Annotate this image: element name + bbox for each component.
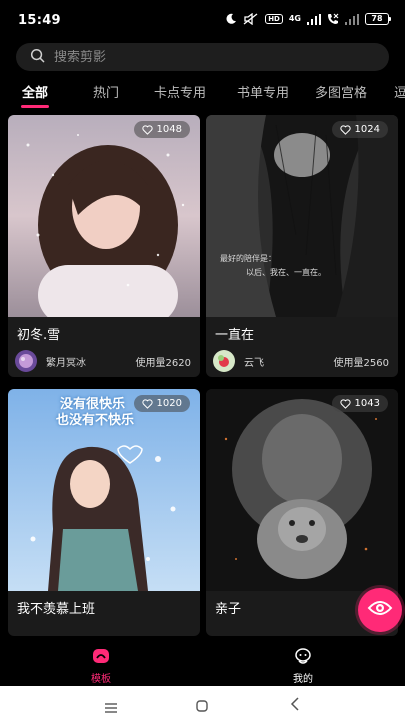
- nav-profile-label: 我的: [293, 674, 313, 685]
- overlay-caption: 也没有不快乐: [56, 413, 135, 428]
- nav-profile[interactable]: 我的: [273, 648, 333, 685]
- profile-icon: [294, 648, 312, 667]
- avatar: [15, 350, 37, 372]
- like-count-badge: 1020: [133, 395, 190, 412]
- menu-icon[interactable]: [104, 698, 118, 717]
- heart-icon: [141, 398, 153, 409]
- status-bar: 15:49 HD 4G 78: [0, 0, 405, 40]
- moon-icon: [225, 12, 237, 26]
- heart-icon: [339, 398, 351, 409]
- mute-icon: [243, 12, 259, 26]
- template-card[interactable]: 最好的陪伴是： 以后、我在、一直在。 1024 一直在 云飞 使用量2560: [206, 115, 398, 377]
- search-input[interactable]: [54, 49, 354, 65]
- floating-action-button[interactable]: [358, 588, 402, 632]
- signal-icon: [307, 12, 321, 26]
- active-tab-indicator: [21, 105, 49, 108]
- network-label: 4G: [288, 14, 301, 23]
- search-bar[interactable]: [16, 43, 389, 71]
- tab-multi-grid[interactable]: 多图宫格: [315, 82, 367, 101]
- overlay-caption: 最好的陪伴是：: [220, 254, 276, 263]
- author-row: 繁月冥冰 使用量2620: [15, 350, 191, 372]
- template-thumbnail: [206, 389, 398, 591]
- hd-icon: HD: [265, 14, 283, 24]
- network-icon: 4G: [289, 12, 301, 26]
- like-count-badge: 1024: [331, 121, 388, 138]
- home-icon[interactable]: [196, 697, 208, 716]
- like-count: 1048: [156, 124, 182, 135]
- nav-templates[interactable]: 模板: [71, 648, 131, 685]
- template-thumbnail: [8, 115, 200, 317]
- bottom-navigation: 模板 我的: [0, 636, 405, 686]
- overlay-caption: 以后、我在、一直在。: [246, 268, 326, 277]
- call-icon: [327, 12, 339, 26]
- back-icon[interactable]: [290, 696, 300, 715]
- template-title: 亲子: [215, 602, 242, 617]
- template-icon: [92, 649, 110, 667]
- status-icons: HD 4G 78: [225, 12, 391, 26]
- template-title: 初冬.雪: [17, 328, 61, 343]
- template-thumbnail: 最好的陪伴是： 以后、我在、一直在。: [206, 115, 398, 317]
- battery-icon: 78: [365, 13, 391, 25]
- tab-beat-sync[interactable]: 卡点专用: [154, 82, 206, 101]
- signal-icon-2: [345, 12, 359, 26]
- template-thumbnail: 没有很快乐 也没有不快乐: [8, 389, 200, 591]
- search-icon: [30, 48, 45, 67]
- template-title: 我不羡慕上班: [17, 602, 96, 617]
- usage-count: 使用量2620: [135, 357, 191, 369]
- author-name: 繁月冥冰: [46, 357, 86, 369]
- eye-icon: [367, 598, 393, 622]
- heart-icon: [339, 124, 351, 135]
- like-count-badge: 1048: [133, 121, 190, 138]
- category-tabs: 全部 热门 卡点专用 书单专用 多图宫格 逗: [0, 78, 405, 108]
- tab-booklist[interactable]: 书单专用: [237, 82, 289, 101]
- heart-icon: [141, 124, 153, 135]
- usage-count: 使用量2560: [333, 357, 389, 369]
- template-card[interactable]: 1048 初冬.雪 繁月冥冰 使用量2620: [8, 115, 200, 377]
- like-count-badge: 1043: [331, 395, 388, 412]
- like-count: 1020: [156, 398, 182, 409]
- tab-all[interactable]: 全部: [22, 82, 48, 101]
- author-row: 云飞 使用量2560: [213, 350, 389, 372]
- tab-hot[interactable]: 热门: [93, 82, 119, 101]
- author-name: 云飞: [244, 357, 264, 369]
- status-time: 15:49: [18, 13, 61, 28]
- tab-more[interactable]: 逗: [394, 82, 405, 101]
- template-title: 一直在: [215, 328, 255, 343]
- avatar: [213, 350, 235, 372]
- like-count: 1043: [354, 398, 380, 409]
- system-navigation-bar: [0, 686, 405, 720]
- nav-templates-label: 模板: [91, 674, 111, 685]
- like-count: 1024: [354, 124, 380, 135]
- template-card[interactable]: 没有很快乐 也没有不快乐 1020 我不羡慕上班: [8, 389, 200, 636]
